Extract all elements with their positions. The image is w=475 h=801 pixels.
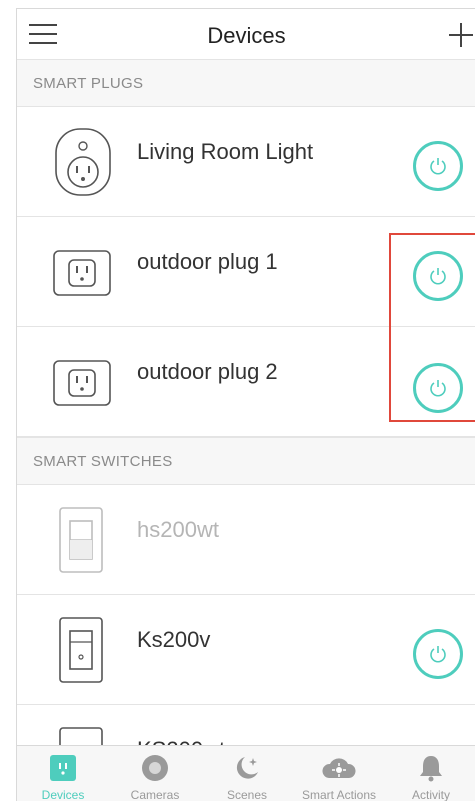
device-name: Ks200v — [137, 627, 211, 652]
light-switch-icon — [59, 617, 103, 683]
outlet-icon — [53, 250, 111, 296]
tab-scenes[interactable]: Scenes — [201, 746, 293, 801]
smart-actions-icon — [322, 758, 356, 778]
device-row-hs200wt[interactable]: hs200wt — [17, 485, 475, 595]
devices-icon — [50, 755, 76, 781]
device-row-living-room-light[interactable]: Living Room Light — [17, 107, 475, 217]
device-name: outdoor plug 2 — [137, 359, 278, 384]
power-toggle-button[interactable] — [413, 141, 463, 191]
navigation-bar: Devices — [17, 9, 475, 59]
section-header-smart-switches: SMART SWITCHES — [17, 437, 475, 485]
power-icon — [430, 646, 446, 663]
tab-label: Activity — [411, 788, 450, 801]
app-screen: Devices SMART PLUGS Living Room Light ou… — [16, 8, 475, 801]
section-header-smart-plugs: SMART PLUGS — [17, 59, 475, 107]
tab-devices[interactable]: Devices — [17, 746, 109, 801]
tab-label: Devices — [41, 788, 85, 801]
scenes-icon — [236, 757, 258, 779]
bell-icon — [420, 756, 442, 782]
camera-icon — [142, 755, 168, 781]
outlet-icon — [53, 360, 111, 406]
device-row-ks200v[interactable]: Ks200v — [17, 595, 475, 705]
device-name: outdoor plug 1 — [137, 249, 278, 274]
tab-smart-actions[interactable]: Smart Actions — [293, 746, 385, 801]
device-name: hs200wt — [137, 517, 219, 542]
power-toggle-button[interactable] — [413, 629, 463, 679]
tab-activity[interactable]: Activity — [385, 746, 475, 801]
highlight-box — [389, 233, 475, 422]
section-title: SMART PLUGS — [33, 75, 144, 92]
smart-plug-icon — [55, 128, 111, 196]
tab-label: Scenes — [226, 788, 268, 801]
power-icon — [430, 158, 446, 175]
page-title: Devices — [207, 23, 286, 48]
section-title: SMART SWITCHES — [33, 453, 173, 470]
device-name: Living Room Light — [137, 139, 314, 164]
tab-label: Cameras — [130, 788, 180, 801]
add-device-icon[interactable] — [449, 23, 473, 47]
light-switch-icon — [59, 507, 103, 573]
bottom-tab-bar: Devices Cameras Scenes Smart Actions Act… — [17, 745, 475, 801]
tab-cameras[interactable]: Cameras — [109, 746, 201, 801]
tab-label: Smart Actions — [301, 788, 377, 801]
